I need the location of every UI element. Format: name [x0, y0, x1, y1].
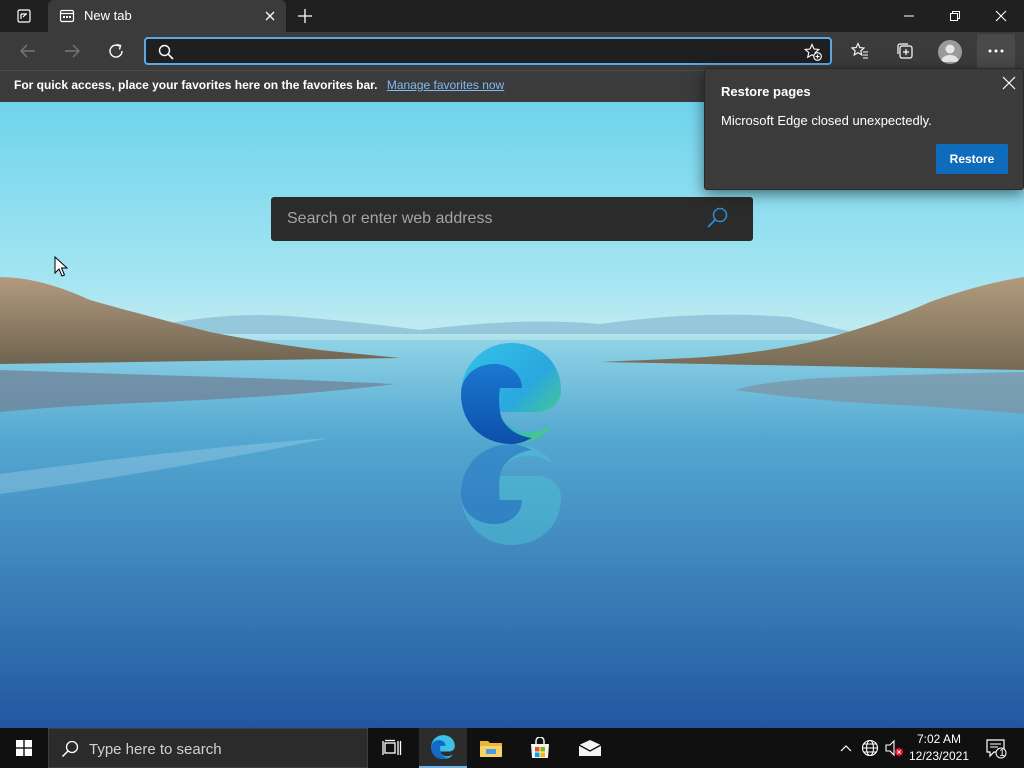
close-icon — [995, 10, 1007, 22]
minimize-button[interactable] — [886, 0, 932, 32]
arrow-left-icon — [20, 44, 35, 58]
more-icon — [988, 49, 1004, 53]
close-tab-icon[interactable] — [262, 8, 278, 24]
start-button[interactable] — [0, 728, 48, 768]
restore-button[interactable]: Restore — [936, 144, 1008, 174]
refresh-button[interactable] — [100, 36, 132, 66]
clock-time: 7:02 AM — [916, 732, 962, 746]
close-icon — [1002, 76, 1016, 90]
new-tab-page-icon — [59, 9, 75, 23]
notification-count: 1 — [999, 748, 1005, 759]
chevron-up-icon — [840, 745, 852, 752]
back-button[interactable] — [12, 36, 44, 66]
collections-button[interactable] — [889, 36, 921, 66]
taskbar-search-box[interactable]: Type here to search — [48, 728, 368, 768]
web-search-box[interactable] — [271, 197, 753, 241]
refresh-icon — [109, 43, 123, 58]
favorites-button[interactable] — [844, 36, 876, 66]
edge-logo-reflection-icon — [461, 444, 561, 545]
new-tab-page — [0, 102, 1024, 728]
collections-icon — [897, 43, 913, 59]
plus-icon — [298, 9, 312, 23]
taskbar-file-explorer-button[interactable] — [467, 728, 515, 768]
address-input[interactable] — [182, 41, 782, 61]
edge-logo-icon — [461, 343, 561, 444]
minimize-icon — [904, 15, 914, 17]
store-icon — [531, 737, 549, 758]
new-tab-button[interactable] — [290, 4, 320, 28]
tab-title: New tab — [84, 8, 132, 23]
taskbar-store-button[interactable] — [516, 728, 564, 768]
restore-window-icon — [950, 11, 960, 21]
dialog-title: Restore pages — [721, 84, 811, 99]
dialog-close-button[interactable] — [999, 73, 1019, 93]
address-bar[interactable] — [144, 37, 832, 65]
profile-icon — [941, 44, 959, 62]
volume-button[interactable] — [884, 738, 904, 758]
settings-and-more-button[interactable] — [977, 34, 1015, 68]
task-view-button[interactable] — [368, 728, 416, 768]
taskbar-search-placeholder: Type here to search — [89, 741, 222, 758]
windows-logo-icon — [16, 740, 32, 756]
show-hidden-icons-button[interactable] — [836, 738, 856, 758]
task-view-icon — [382, 739, 402, 755]
search-icon[interactable] — [706, 206, 730, 230]
edge-icon — [431, 735, 455, 760]
restore-pages-dialog: Restore pages Microsoft Edge closed unex… — [704, 68, 1024, 190]
tab-actions-icon — [17, 9, 31, 23]
volume-muted-icon — [885, 739, 903, 757]
web-search-input[interactable] — [287, 209, 687, 229]
search-icon — [158, 44, 174, 60]
system-clock[interactable]: 7:02 AM 12/23/2021 — [904, 731, 974, 765]
profile-avatar[interactable] — [938, 40, 962, 64]
tab-new-tab[interactable]: New tab — [48, 0, 286, 32]
dialog-message: Microsoft Edge closed unexpectedly. — [721, 113, 932, 128]
add-favorite-icon[interactable] — [804, 43, 822, 61]
tab-actions-button[interactable] — [0, 0, 48, 32]
navigation-toolbar — [0, 32, 1024, 70]
action-center-button[interactable]: 1 — [978, 728, 1014, 768]
favorites-icon — [851, 42, 868, 59]
search-icon — [61, 740, 79, 758]
mail-icon — [578, 740, 602, 756]
taskbar: Type here to search 7:02 AM 12/23/2021 1 — [0, 728, 1024, 768]
file-explorer-icon — [480, 741, 502, 757]
tab-strip: New tab — [0, 0, 1024, 32]
close-window-button[interactable] — [978, 0, 1024, 32]
mouse-cursor-icon — [54, 256, 68, 277]
clock-date: 12/23/2021 — [908, 749, 970, 763]
globe-icon — [861, 739, 879, 757]
restore-window-button[interactable] — [932, 0, 978, 32]
network-button[interactable] — [860, 738, 880, 758]
forward-button[interactable] — [56, 36, 88, 66]
taskbar-mail-button[interactable] — [566, 728, 614, 768]
taskbar-edge-button[interactable] — [419, 728, 467, 768]
favorites-bar-message: For quick access, place your favorites h… — [14, 78, 378, 92]
manage-favorites-link[interactable]: Manage favorites now — [387, 78, 504, 92]
arrow-right-icon — [65, 44, 80, 58]
